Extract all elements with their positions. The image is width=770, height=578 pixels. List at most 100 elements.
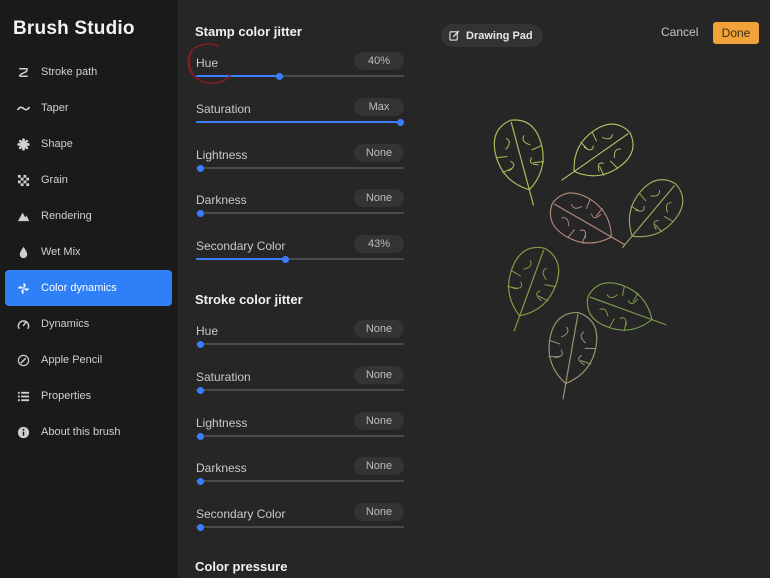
sidebar-item-label: Taper: [41, 102, 69, 114]
apple-pencil-icon: [16, 353, 30, 367]
setting-label: Darkness: [196, 193, 247, 207]
leaf-stamp: [540, 183, 637, 265]
stroke-lightness-slider[interactable]: [196, 432, 404, 440]
stroke-hue-slider[interactable]: [196, 340, 404, 348]
setting-value-badge[interactable]: None: [354, 320, 404, 338]
stamp-secondary-color-setting: Secondary Color 43%: [196, 235, 404, 279]
leaf-stamp: [579, 275, 675, 347]
sidebar-item-label: Shape: [41, 138, 73, 150]
sidebar-item-label: Color dynamics: [41, 282, 117, 294]
slider-thumb[interactable]: [396, 118, 404, 126]
stroke-secondary-color-slider[interactable]: [196, 523, 404, 531]
slider-thumb[interactable]: [196, 340, 204, 348]
drawing-pad-title[interactable]: Drawing Pad: [441, 24, 543, 47]
section-title-color-pressure: Color pressure: [195, 559, 288, 574]
stamp-darkness-slider[interactable]: [196, 209, 404, 217]
sidebar-item-label: Rendering: [41, 210, 92, 222]
sidebar-item-label: Wet Mix: [41, 246, 81, 258]
slider-thumb[interactable]: [196, 477, 204, 485]
leaf-stamp: [604, 169, 694, 263]
sidebar-item-apple-pencil[interactable]: Apple Pencil: [5, 342, 172, 378]
slider-thumb[interactable]: [196, 164, 204, 172]
slider-fill: [196, 258, 286, 260]
setting-label: Lightness: [196, 416, 248, 430]
taper-icon: [16, 101, 30, 115]
cancel-button[interactable]: Cancel: [661, 25, 698, 39]
setting-label: Saturation: [196, 102, 251, 116]
section-title-stroke-color-jitter: Stroke color jitter: [195, 292, 303, 307]
sidebar-item-label: Stroke path: [41, 66, 98, 78]
slider-thumb[interactable]: [196, 523, 204, 531]
stroke-saturation-setting: Saturation None: [196, 366, 404, 410]
setting-label: Secondary Color: [196, 239, 286, 253]
sidebar-item-label: Apple Pencil: [41, 354, 103, 366]
shape-icon: [16, 137, 30, 151]
section-title-stamp-color-jitter: Stamp color jitter: [195, 24, 302, 39]
sidebar-item-stroke-path[interactable]: Stroke path: [5, 54, 172, 90]
stroke-lightness-setting: Lightness None: [196, 412, 404, 456]
setting-value-badge[interactable]: 40%: [354, 52, 404, 70]
setting-label: Secondary Color: [196, 507, 286, 521]
stamp-darkness-setting: Darkness None: [196, 189, 404, 233]
sidebar-item-dynamics[interactable]: Dynamics: [5, 306, 172, 342]
setting-value-badge[interactable]: None: [354, 457, 404, 475]
color-dynamics-icon: [16, 281, 30, 295]
sidebar-item-about-this-brush[interactable]: About this brush: [5, 414, 172, 450]
sidebar-item-label: Properties: [41, 390, 92, 402]
drawing-pad[interactable]: Drawing Pad Cancel Done: [422, 0, 770, 578]
done-button[interactable]: Done: [713, 22, 759, 44]
sidebar-item-label: Grain: [41, 174, 68, 186]
setting-value-badge[interactable]: None: [354, 366, 404, 384]
properties-icon: [16, 389, 30, 403]
slider-fill: [196, 121, 404, 123]
sidebar-item-label: Dynamics: [41, 318, 90, 330]
setting-label: Darkness: [196, 461, 247, 475]
stroke-saturation-slider[interactable]: [196, 386, 404, 394]
dynamics-icon: [16, 317, 30, 331]
slider-thumb[interactable]: [275, 72, 283, 80]
sidebar-item-rendering[interactable]: Rendering: [5, 198, 172, 234]
setting-value-badge[interactable]: None: [354, 412, 404, 430]
setting-value-badge[interactable]: None: [354, 503, 404, 521]
slider-thumb[interactable]: [281, 255, 289, 263]
stamp-lightness-slider[interactable]: [196, 164, 404, 172]
edit-icon: [449, 30, 460, 41]
slider-thumb[interactable]: [196, 209, 204, 217]
sidebar-item-shape[interactable]: Shape: [5, 126, 172, 162]
sidebar: Brush Studio Stroke path Taper Shape Gra…: [0, 0, 178, 578]
stroke-darkness-slider[interactable]: [196, 477, 404, 485]
setting-label: Saturation: [196, 370, 251, 384]
stamp-lightness-setting: Lightness None: [196, 144, 404, 188]
slider-thumb[interactable]: [196, 432, 204, 440]
stroke-secondary-color-setting: Secondary Color None: [196, 503, 404, 547]
app-title: Brush Studio: [13, 18, 135, 39]
info-icon: [16, 425, 30, 439]
rendering-icon: [16, 209, 30, 223]
sidebar-nav: Stroke path Taper Shape Grain Rendering: [5, 54, 172, 450]
setting-value-badge[interactable]: 43%: [354, 235, 404, 253]
setting-value-badge[interactable]: None: [354, 144, 404, 162]
grain-icon: [16, 173, 30, 187]
slider-thumb[interactable]: [196, 386, 204, 394]
leaf-stamp: [487, 113, 557, 213]
sidebar-item-wet-mix[interactable]: Wet Mix: [5, 234, 172, 270]
stamp-secondary-color-slider[interactable]: [196, 255, 404, 263]
leaf-stamp: [548, 113, 644, 199]
sidebar-item-properties[interactable]: Properties: [5, 378, 172, 414]
stroke-hue-setting: Hue None: [196, 320, 404, 364]
stamp-saturation-setting: Saturation Max: [196, 98, 404, 142]
red-scribble-annotation: [187, 43, 231, 84]
monstera-leaf-stamps: [487, 113, 694, 405]
stamp-saturation-slider[interactable]: [196, 118, 404, 126]
stroke-path-icon: [16, 65, 30, 79]
wet-mix-icon: [16, 245, 30, 259]
drawing-pad-label: Drawing Pad: [466, 29, 533, 42]
sidebar-item-grain[interactable]: Grain: [5, 162, 172, 198]
setting-value-badge[interactable]: Max: [354, 98, 404, 116]
leaf-stamp: [539, 307, 602, 405]
setting-label: Lightness: [196, 148, 248, 162]
stroke-darkness-setting: Darkness None: [196, 457, 404, 501]
sidebar-item-taper[interactable]: Taper: [5, 90, 172, 126]
setting-value-badge[interactable]: None: [354, 189, 404, 207]
sidebar-item-color-dynamics[interactable]: Color dynamics: [5, 270, 172, 306]
